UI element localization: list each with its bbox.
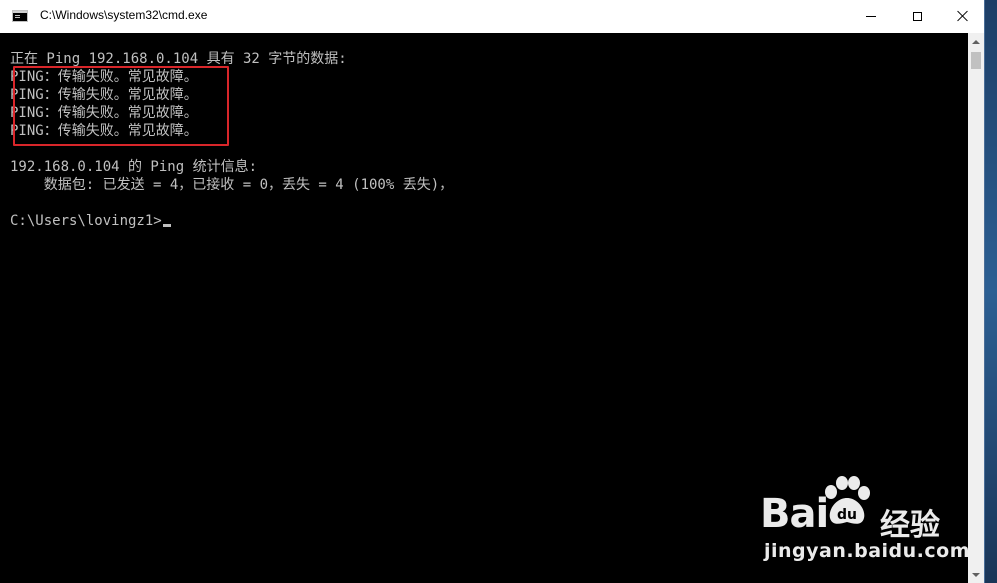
vertical-scrollbar[interactable] [968, 33, 984, 583]
red-annotation-box [13, 66, 229, 146]
console-line-stats-header: 192.168.0.104 的 Ping 统计信息: [10, 159, 258, 175]
cmd-window: C:\Windows\system32\cmd.exe 正在 Ping 192.… [0, 0, 985, 583]
arrow-down-icon [972, 572, 980, 577]
console-line-blank [10, 194, 453, 212]
paw-icon: du [825, 476, 870, 524]
console-icon[interactable] [12, 10, 28, 22]
scroll-thumb[interactable] [971, 52, 981, 69]
minimize-button[interactable] [848, 0, 894, 32]
arrow-up-icon [972, 39, 980, 44]
close-icon [957, 10, 969, 22]
scroll-down-button[interactable] [968, 566, 984, 583]
desktop-background [985, 0, 997, 583]
command-prompt: C:\Users\lovingz1> [10, 213, 162, 229]
scroll-up-button[interactable] [968, 33, 984, 50]
console-line-stats-packets: 数据包: 已发送 = 4，已接收 = 0，丢失 = 4 (100% 丢失)， [10, 177, 454, 193]
close-button[interactable] [940, 0, 986, 32]
watermark-url: jingyan.baidu.com [764, 540, 970, 562]
minimize-icon [866, 15, 876, 17]
svg-text:du: du [837, 507, 857, 523]
baidu-jingyan-watermark: Bai du 经验 jingyan.baidu.com [760, 474, 970, 569]
maximize-button[interactable] [894, 0, 940, 32]
watermark-product: 经验 [880, 508, 940, 543]
maximize-icon [912, 11, 922, 21]
window-title: C:\Windows\system32\cmd.exe [40, 8, 208, 22]
text-cursor [162, 224, 171, 227]
title-bar[interactable]: C:\Windows\system32\cmd.exe [0, 0, 984, 33]
console-prompt-line[interactable]: C:\Users\lovingz1> [10, 212, 453, 230]
